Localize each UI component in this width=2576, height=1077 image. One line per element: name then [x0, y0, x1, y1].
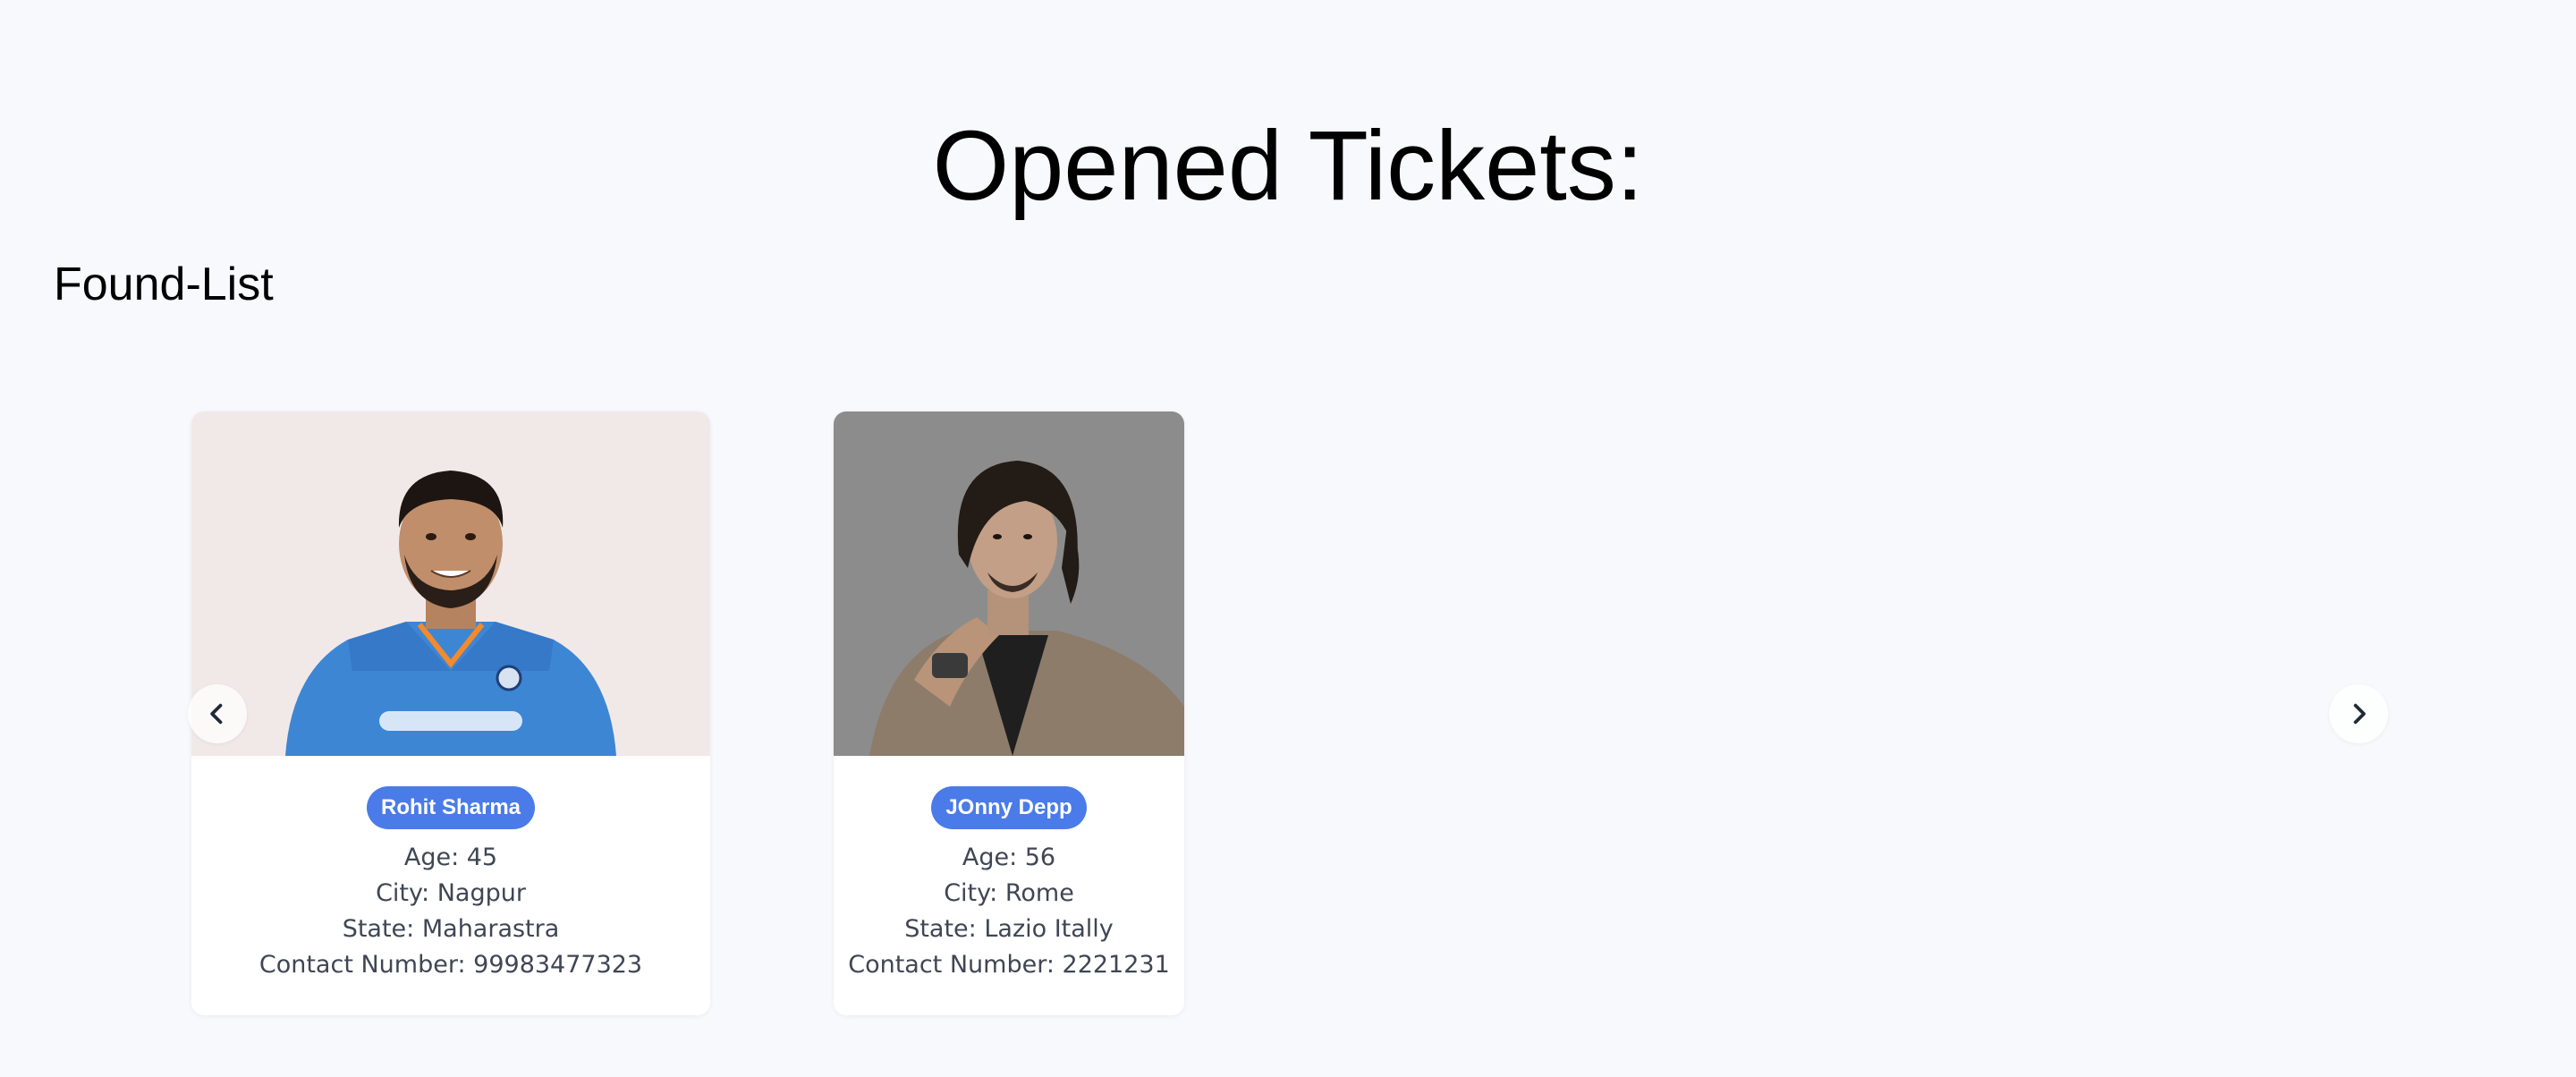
contact-text: Contact Number: 99983477323 [258, 951, 643, 979]
card-body: JOnny Depp Age: 56 City: Rome State: Laz… [834, 756, 1184, 983]
name-badge: Rohit Sharma [366, 786, 536, 829]
card-details: Age: 45 City: Nagpur State: Maharastra C… [191, 840, 710, 983]
prev-button[interactable] [188, 684, 247, 743]
contact-text: Contact Number: 2221231 [848, 951, 1170, 979]
age-text: Age: 56 [962, 844, 1056, 871]
city-text: City: Nagpur [376, 879, 526, 907]
person-photo-image [834, 411, 1184, 756]
page: Opened Tickets: Found-List Rohit Sharma … [0, 0, 2576, 1077]
next-button[interactable] [2329, 684, 2388, 743]
person-photo [834, 411, 1184, 756]
section-title: Found-List [54, 259, 274, 310]
state-text: State: Lazio Itally [904, 915, 1114, 943]
person-photo [191, 411, 710, 756]
chevron-left-icon [210, 703, 223, 725]
chevron-right-icon [2353, 703, 2366, 725]
page-title: Opened Tickets: [932, 111, 1644, 221]
person-photo-image [191, 411, 710, 756]
name-badge: JOnny Depp [931, 786, 1087, 829]
city-text: City: Rome [944, 879, 1074, 907]
card-body: Rohit Sharma Age: 45 City: Nagpur State:… [191, 756, 710, 983]
state-text: State: Maharastra [342, 915, 560, 943]
ticket-card[interactable]: JOnny Depp Age: 56 City: Rome State: Laz… [834, 411, 1184, 1015]
age-text: Age: 45 [403, 844, 498, 871]
ticket-card[interactable]: Rohit Sharma Age: 45 City: Nagpur State:… [191, 411, 710, 1015]
card-details: Age: 56 City: Rome State: Lazio Itally C… [834, 840, 1184, 983]
